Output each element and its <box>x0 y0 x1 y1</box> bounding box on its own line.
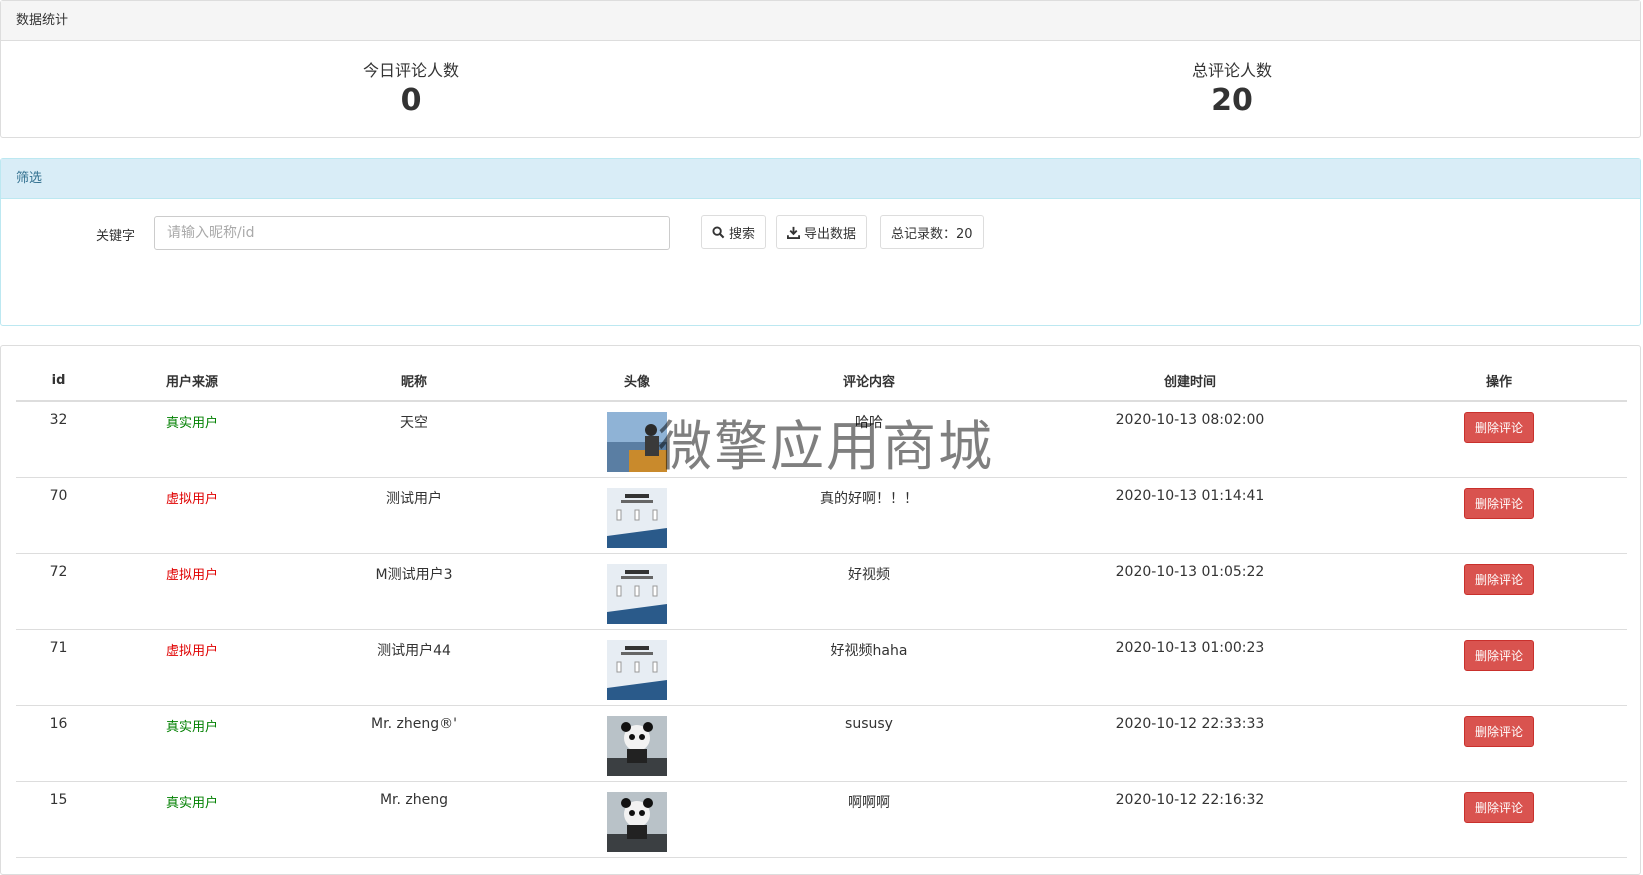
avatar <box>607 639 667 700</box>
keyword-label: 关键字 <box>96 229 136 244</box>
delete-comment-button[interactable]: 删除评论 <box>1463 412 1534 443</box>
col-id: id <box>16 360 101 402</box>
cell-source: 真实用户 <box>101 401 283 478</box>
cell-action: 删除评论 <box>1371 477 1627 554</box>
cell-nickname: 测试用户44 <box>283 629 545 706</box>
col-source: 用户来源 <box>101 360 283 402</box>
cell-action: 删除评论 <box>1371 401 1627 478</box>
stats-panel: 数据统计 今日评论人数 0 总评论人数 20 <box>0 0 1641 138</box>
cell-avatar <box>545 629 729 706</box>
delete-comment-button[interactable]: 删除评论 <box>1463 563 1534 595</box>
cell-avatar <box>545 705 729 782</box>
cell-avatar <box>545 477 729 554</box>
cell-id: 32 <box>16 401 101 478</box>
avatar <box>607 715 667 776</box>
source-label: 虚拟用户 <box>165 567 218 583</box>
delete-comment-button[interactable]: 删除评论 <box>1463 791 1534 823</box>
filter-title: 筛选 <box>1 159 1640 199</box>
cell-avatar <box>545 781 729 858</box>
table-header-row: id 用户来源 昵称 头像 评论内容 创建时间 操作 <box>16 360 1627 402</box>
delete-comment-button[interactable]: 删除评论 <box>1463 487 1534 519</box>
keyword-input[interactable] <box>154 216 670 250</box>
filter-panel: 筛选 关键字 搜索 导出数据 总记录数：20 <box>0 158 1641 326</box>
col-action: 操作 <box>1371 360 1627 402</box>
today-comments-label: 今日评论人数 <box>362 61 459 80</box>
cell-nickname: Mr. zheng®' <box>283 705 545 782</box>
cell-source: 虚拟用户 <box>101 553 283 630</box>
cell-id: 70 <box>16 477 101 554</box>
cell-action: 删除评论 <box>1371 553 1627 630</box>
cell-avatar <box>545 553 729 630</box>
delete-comment-button[interactable]: 删除评论 <box>1463 715 1534 747</box>
cell-time: 2020-10-12 22:16:32 <box>1009 781 1371 858</box>
cell-content: 好视频 <box>729 553 1009 630</box>
comments-table: id 用户来源 昵称 头像 评论内容 创建时间 操作 32 真实用户 天空 哈哈 202… <box>16 360 1627 858</box>
stats-title: 数据统计 <box>1 1 1640 41</box>
today-comments-value: 0 <box>400 83 422 118</box>
col-avatar: 头像 <box>545 360 729 402</box>
avatar <box>607 791 667 852</box>
today-comments-stat: 今日评论人数 0 <box>261 57 561 118</box>
col-time: 创建时间 <box>1009 360 1371 402</box>
download-icon <box>787 226 800 239</box>
cell-content: 啊啊啊 <box>729 781 1009 858</box>
cell-action: 删除评论 <box>1371 781 1627 858</box>
cell-action: 删除评论 <box>1371 629 1627 706</box>
avatar <box>607 563 667 624</box>
source-label: 真实用户 <box>165 416 218 431</box>
cell-content: 真的好啊！！！ <box>729 477 1009 554</box>
export-button[interactable]: 导出数据 <box>776 215 868 249</box>
cell-content: sususy <box>729 705 1009 782</box>
cell-time: 2020-10-13 01:00:23 <box>1009 629 1371 706</box>
cell-id: 16 <box>16 705 101 782</box>
cell-content: 好视频haha <box>729 629 1009 706</box>
cell-time: 2020-10-13 01:05:22 <box>1009 553 1371 630</box>
source-label: 虚拟用户 <box>165 491 218 507</box>
total-comments-value: 20 <box>1211 83 1253 118</box>
search-icon <box>712 225 725 238</box>
cell-time: 2020-10-13 08:02:00 <box>1009 401 1371 478</box>
cell-avatar <box>545 401 729 478</box>
delete-comment-button[interactable]: 删除评论 <box>1463 639 1534 671</box>
table-row: 15 真实用户 Mr. zheng 啊啊啊 2020-10-12 22:16:32 删除评… <box>16 781 1627 858</box>
col-content: 评论内容 <box>729 360 1009 402</box>
cell-nickname: Mr. zheng <box>283 781 545 858</box>
source-label: 虚拟用户 <box>165 643 218 659</box>
avatar <box>607 487 667 548</box>
total-records-label: 总记录数：20 <box>891 226 973 242</box>
cell-id: 72 <box>16 553 101 630</box>
comments-panel: id 用户来源 昵称 头像 评论内容 创建时间 操作 32 真实用户 天空 哈哈 202… <box>0 345 1641 875</box>
total-comments-stat: 总评论人数 20 <box>1082 57 1382 118</box>
total-comments-label: 总评论人数 <box>1191 61 1272 80</box>
table-row: 16 真实用户 Mr. zheng®' sususy 2020-10-12 22:33:… <box>16 705 1627 782</box>
table-row: 70 虚拟用户 测试用户 真的好啊！！！ 2020-10-13 01:14:41 删除评论 <box>16 477 1627 554</box>
cell-nickname: M测试用户3 <box>283 553 545 630</box>
table-row: 72 虚拟用户 M测试用户3 好视频 2020-10-13 01:05:22 删除评论 <box>16 553 1627 630</box>
cell-id: 71 <box>16 629 101 706</box>
cell-time: 2020-10-12 22:33:33 <box>1009 705 1371 782</box>
cell-source: 真实用户 <box>101 705 283 782</box>
cell-action: 删除评论 <box>1371 705 1627 782</box>
cell-nickname: 天空 <box>283 401 545 478</box>
cell-nickname: 测试用户 <box>283 477 545 554</box>
cell-id: 15 <box>16 781 101 858</box>
cell-source: 虚拟用户 <box>101 477 283 554</box>
export-button-label: 导出数据 <box>804 226 857 242</box>
cell-source: 虚拟用户 <box>101 629 283 706</box>
table-row: 32 真实用户 天空 哈哈 2020-10-13 08:02:00 删除评论 <box>16 401 1627 478</box>
search-button[interactable]: 搜索 <box>701 215 767 249</box>
cell-time: 2020-10-13 01:14:41 <box>1009 477 1371 554</box>
cell-content: 哈哈 <box>729 401 1009 478</box>
source-label: 真实用户 <box>165 719 218 735</box>
table-row: 71 虚拟用户 测试用户44 好视频haha 2020-10-13 01:00:23 删除… <box>16 629 1627 706</box>
source-label: 真实用户 <box>165 795 218 811</box>
col-nickname: 昵称 <box>283 360 545 402</box>
cell-source: 真实用户 <box>101 781 283 858</box>
avatar <box>607 412 667 472</box>
search-button-label: 搜索 <box>729 226 756 242</box>
total-records-badge: 总记录数：20 <box>880 215 984 249</box>
